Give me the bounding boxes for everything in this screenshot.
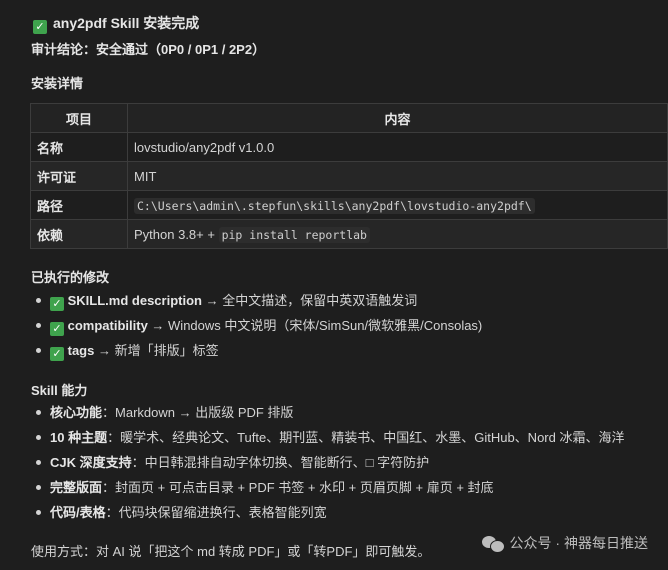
install-details-table: 项目 内容 名称 lovstudio/any2pdf v1.0.0 许可证 MI…: [30, 103, 668, 249]
table-row: 许可证 MIT: [30, 161, 668, 191]
abilities-list: 核心功能：Markdown → 出版级 PDF 排版 10 种主题：暖学术、经典…: [32, 400, 662, 525]
usage-text: 使用方式：对 AI 说「把这个 md 转成 PDF」或「转PDF」即可触发。: [31, 544, 431, 559]
path-code: C:\Users\admin\.stepfun\skills\any2pdf\l…: [134, 197, 535, 214]
changes-list: ✓ SKILL.md description → 全中文描述，保留中英双语触发词…: [32, 288, 662, 363]
check-box-icon: ✓: [50, 322, 64, 336]
wechat-icon: [481, 534, 505, 553]
install-details-heading: 安装详情: [31, 76, 84, 91]
watermark: 公众号 · 神器每日推送: [481, 533, 648, 553]
col-header-item: 项目: [30, 103, 128, 133]
check-box-icon: ✓: [33, 20, 47, 34]
check-box-icon: ✓: [50, 347, 64, 361]
abilities-heading: Skill 能力: [31, 383, 88, 398]
list-item: ✓ compatibility → Windows 中文说明（宋体/SimSun…: [32, 313, 662, 338]
list-item: 完整版面：封面页 + 可点击目录 + PDF 书签 + 水印 + 页眉页脚 + …: [32, 475, 662, 500]
list-item: ✓ tags → 新增「排版」标签: [32, 338, 662, 363]
list-item: CJK 深度支持：中日韩混排自动字体切换、智能断行、□ 字符防护: [32, 450, 662, 475]
col-header-content: 内容: [127, 103, 668, 133]
result-title: ✓ any2pdf Skill 安装完成: [33, 13, 199, 34]
list-item: 10 种主题：暖学术、经典论文、Tufte、期刊蓝、精装书、中国红、水墨、Git…: [32, 425, 662, 450]
table-row: 名称 lovstudio/any2pdf v1.0.0: [30, 132, 668, 162]
audit-verdict: 审计结论：安全通过（0P0 / 0P1 / 2P2）: [31, 42, 266, 57]
check-box-icon: ✓: [50, 297, 64, 311]
changes-heading: 已执行的修改: [31, 270, 110, 285]
table-row: 路径 C:\Users\admin\.stepfun\skills\any2pd…: [30, 190, 668, 220]
list-item: ✓ SKILL.md description → 全中文描述，保留中英双语触发词: [32, 288, 662, 313]
table-row: 依赖 Python 3.8+ + pip install reportlab: [30, 219, 668, 249]
list-item: 核心功能：Markdown → 出版级 PDF 排版: [32, 400, 662, 425]
list-item: 代码/表格：代码块保留缩进换行、表格智能列宽: [32, 500, 662, 525]
dependency-code: pip install reportlab: [218, 226, 370, 243]
